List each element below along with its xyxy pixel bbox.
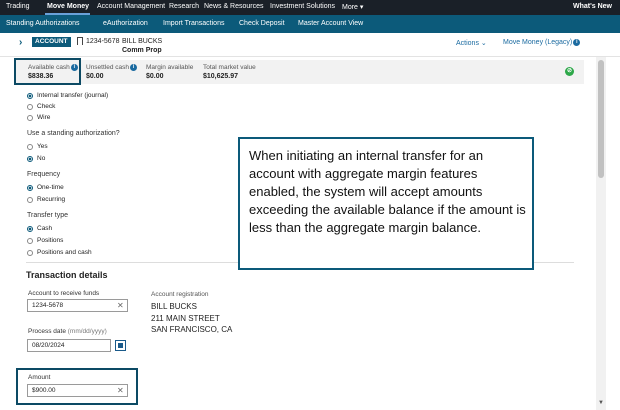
nav-account-management[interactable]: Account Management <box>97 3 165 10</box>
whats-new-link[interactable]: What's New <box>573 3 612 10</box>
account-bar: › ACCOUNT 1234-5678 BILL BUCKS Comm Prop… <box>0 33 620 57</box>
radio-positions-and-cash[interactable] <box>27 250 33 256</box>
subnav-master-account-view[interactable]: Master Account View <box>298 20 363 27</box>
receive-funds-input[interactable]: 1234-5678 <box>27 299 128 312</box>
subnav-import-transactions[interactable]: Import Transactions <box>163 20 224 27</box>
nav-trading[interactable]: Trading <box>6 3 29 10</box>
balance-margin-available: Margin available $0.00 <box>146 64 193 80</box>
account-badge: ACCOUNT <box>32 37 71 47</box>
transfer-type-label: Transfer type <box>27 212 68 219</box>
info-icon[interactable]: i <box>130 64 137 71</box>
subnav-standing-authorizations[interactable]: Standing Authorizations <box>6 20 80 27</box>
amount-label: Amount <box>28 374 51 381</box>
balance-label: Margin available <box>146 64 194 71</box>
nav-news-resources[interactable]: News & Resources <box>204 3 264 10</box>
radio-cash[interactable] <box>27 226 33 232</box>
balance-label: Unsettled cash <box>86 64 129 71</box>
option-label: Yes <box>37 143 48 150</box>
sub-nav: Standing Authorizations eAuthorization I… <box>0 15 620 33</box>
clear-icon[interactable]: ✕ <box>117 301 124 310</box>
nav-move-money[interactable]: Move Money <box>47 3 89 10</box>
callout-note: When initiating an internal transfer for… <box>238 137 534 270</box>
option-label: Positions <box>37 237 64 244</box>
process-date-input[interactable]: 08/20/2024 <box>27 339 111 352</box>
radio-wire[interactable] <box>27 115 33 121</box>
account-number: 1234-5678 <box>86 38 120 45</box>
balance-total-market-value: Total market value $10,625.97 <box>203 64 256 80</box>
actions-dropdown[interactable]: Actions ⌄ <box>456 39 487 47</box>
available-cash-highlight <box>14 58 81 85</box>
receive-funds-label: Account to receive funds <box>28 290 100 297</box>
account-type: Comm Prop <box>122 47 162 54</box>
nav-research[interactable]: Research <box>169 3 199 10</box>
registration-line: SAN FRANCISCO, CA <box>151 325 233 334</box>
nav-investment-solutions[interactable]: Investment Solutions <box>270 3 335 10</box>
option-label: One-time <box>37 184 64 191</box>
balance-label: Total market value <box>203 64 256 71</box>
chevron-right-icon[interactable]: › <box>19 37 22 48</box>
option-label: Cash <box>37 225 53 232</box>
balance-value: $10,625.97 <box>203 73 239 80</box>
top-nav: Trading Move Money Account Management Re… <box>0 0 620 15</box>
radio-one-time[interactable] <box>27 185 33 191</box>
radio-standing-yes[interactable] <box>27 144 33 150</box>
caret-down-icon: ▾ <box>359 4 364 11</box>
process-date-label-text: Process date <box>28 328 66 335</box>
option-label: Wire <box>37 114 51 121</box>
scrollbar-thumb[interactable] <box>598 60 604 178</box>
account-name: BILL BUCKS <box>122 38 163 45</box>
option-label: Internal transfer (journal) <box>37 92 109 99</box>
radio-internal-transfer[interactable] <box>27 93 33 99</box>
move-money-legacy-label: Move Money (Legacy) <box>503 39 573 46</box>
bookmark-icon[interactable] <box>77 37 83 45</box>
clear-icon[interactable]: ✕ <box>117 386 124 395</box>
registration-line: BILL BUCKS <box>151 302 197 311</box>
scroll-down-icon[interactable]: ▼ <box>598 400 604 406</box>
transaction-details-title: Transaction details <box>26 270 108 280</box>
subnav-eauthorization[interactable]: eAuthorization <box>103 20 148 27</box>
radio-standing-no[interactable] <box>27 156 33 162</box>
balance-value: $0.00 <box>86 73 104 80</box>
frequency-label: Frequency <box>27 171 61 178</box>
calendar-icon-glyph <box>118 343 123 348</box>
balance-unsettled-cash: Unsettled cash i $0.00 <box>86 64 137 80</box>
balances-bar: Available cash i $838.36 Unsettled cash i … <box>14 60 584 84</box>
standing-authorization-label: Use a standing authorization? <box>27 130 120 137</box>
amount-input[interactable]: $900.00 <box>27 384 128 397</box>
option-label: Check <box>37 103 56 110</box>
info-icon[interactable]: i <box>573 39 581 46</box>
process-date-hint: (mm/dd/yyyy) <box>67 328 107 335</box>
radio-check[interactable] <box>27 104 33 110</box>
calendar-icon[interactable] <box>115 340 126 351</box>
radio-positions[interactable] <box>27 238 33 244</box>
move-money-legacy-link[interactable]: Move Money (Legacy) i <box>503 39 581 46</box>
account-registration-label: Account registration <box>151 291 209 298</box>
status-green-icon[interactable]: ⊘ <box>565 67 574 76</box>
nav-more[interactable]: More ▾ <box>342 3 363 11</box>
radio-recurring[interactable] <box>27 197 33 203</box>
subnav-check-deposit[interactable]: Check Deposit <box>239 20 285 27</box>
option-label: Recurring <box>37 196 66 203</box>
option-label: No <box>37 155 46 162</box>
registration-line: 211 MAIN STREET <box>151 314 220 323</box>
option-label: Positions and cash <box>37 249 92 256</box>
balance-value: $0.00 <box>146 73 164 80</box>
nav-more-label: More <box>342 4 358 11</box>
process-date-label: Process date (mm/dd/yyyy) <box>28 328 107 335</box>
